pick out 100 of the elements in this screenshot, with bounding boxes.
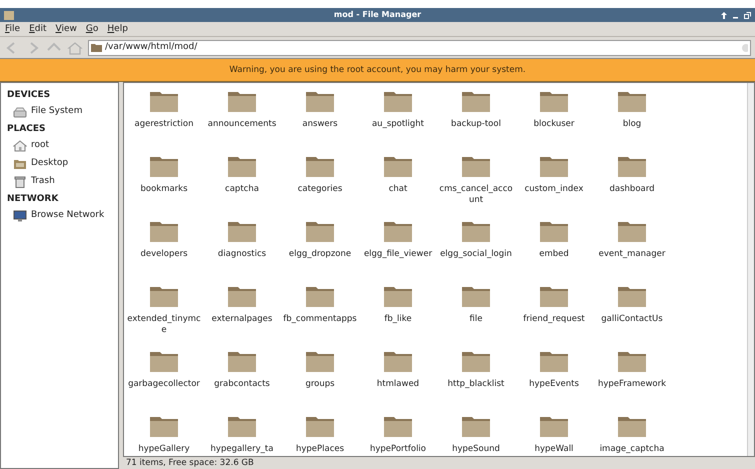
folder-name[interactable]: developers: [126, 249, 202, 260]
sidebar-item[interactable]: Browse Network: [5, 207, 118, 225]
folder-icon: [539, 154, 569, 178]
folder-icon: [383, 219, 413, 243]
folder-name[interactable]: garbagecollector: [126, 379, 202, 390]
folder-icon: [539, 414, 569, 438]
up-arrow-icon[interactable]: [721, 12, 727, 18]
folder-icon: [539, 89, 569, 113]
folder-name[interactable]: captcha: [204, 184, 280, 195]
folder-name[interactable]: hypeEvents: [516, 379, 592, 390]
folder-icon: [227, 284, 257, 308]
folder-name[interactable]: diagnostics: [204, 249, 280, 260]
folder-name[interactable]: hypeSound: [438, 444, 514, 455]
folder-name[interactable]: hypePlaces: [282, 444, 358, 455]
folder-icon: [91, 43, 102, 52]
folder-icon: [461, 414, 491, 438]
menu-item[interactable]: Edit: [29, 24, 47, 34]
folder-name[interactable]: extended_tinymce: [126, 314, 202, 336]
folder-icon: [227, 414, 257, 438]
folder-icon: [305, 89, 335, 113]
folder-name[interactable]: blockuser: [516, 119, 592, 130]
folder-name[interactable]: announcements: [204, 119, 280, 130]
folder-icon: [383, 284, 413, 308]
folder-icon: [227, 349, 257, 373]
folder-name[interactable]: au_spotlight: [360, 119, 436, 130]
folder-icon: [617, 154, 647, 178]
folder-icon: [383, 154, 413, 178]
folder-name[interactable]: image_captcha: [594, 444, 670, 455]
section-heading: NETWORK: [6, 193, 60, 206]
folder-name[interactable]: grabcontacts: [204, 379, 280, 390]
menu-item[interactable]: Go: [86, 24, 98, 34]
folder-name[interactable]: fb_commentapps: [282, 314, 358, 325]
menu-item[interactable]: View: [56, 24, 77, 34]
folder-icon: [305, 154, 335, 178]
sidebar-item[interactable]: Desktop: [5, 155, 118, 173]
drive-icon: [13, 106, 27, 118]
folder-icon: [461, 219, 491, 243]
folder-icon: [539, 284, 569, 308]
folder-name[interactable]: bookmarks: [126, 184, 202, 195]
folder-name[interactable]: groups: [282, 379, 358, 390]
folder-name[interactable]: htmlawed: [360, 379, 436, 390]
folder-name[interactable]: hypeGallery: [126, 444, 202, 455]
folder-icon: [461, 89, 491, 113]
folder-name[interactable]: embed: [516, 249, 592, 260]
folder-name[interactable]: galliContactUs: [594, 314, 670, 325]
folder-icon: [227, 219, 257, 243]
folder-name[interactable]: elgg_dropzone: [282, 249, 358, 260]
folder-name[interactable]: blog: [594, 119, 670, 130]
folder-icon: [149, 219, 179, 243]
folder-icon: [149, 349, 179, 373]
window-title: mod - File Manager: [332, 11, 422, 19]
folder-icon: [461, 349, 491, 373]
folder-name[interactable]: categories: [282, 184, 358, 195]
folder-icon: [617, 349, 647, 373]
folder-name[interactable]: friend_request: [516, 314, 592, 325]
folder-name[interactable]: hypeWall: [516, 444, 592, 455]
folder-name[interactable]: dashboard: [594, 184, 670, 195]
folder-name[interactable]: backup-tool: [438, 119, 514, 130]
sidebar-item[interactable]: File System: [5, 103, 118, 121]
home-icon[interactable]: [67, 40, 83, 54]
folder-icon: [617, 219, 647, 243]
folder-icon: [305, 414, 335, 438]
folder-name[interactable]: hypePortfolio: [360, 444, 436, 455]
folder-name[interactable]: elgg_social_login: [438, 249, 514, 260]
folder-name[interactable]: agerestriction: [126, 119, 202, 130]
folder-icon: [227, 89, 257, 113]
sidebar-item[interactable]: root: [5, 137, 118, 155]
folder-icon: [13, 158, 27, 170]
folder-name[interactable]: externalpages: [204, 314, 280, 325]
folder-name[interactable]: http_blacklist: [438, 379, 514, 390]
folder-name[interactable]: chat: [360, 184, 436, 195]
folder-icon: [305, 284, 335, 308]
folder-name[interactable]: file: [438, 314, 514, 325]
folder-icon: [539, 219, 569, 243]
folder-name[interactable]: answers: [282, 119, 358, 130]
folder-name[interactable]: hypeFramework: [594, 379, 670, 390]
folder-icon: [149, 414, 179, 438]
sidebar-item[interactable]: Trash: [5, 173, 118, 191]
location-field[interactable]: /var/www/html/mod/: [88, 40, 751, 56]
folder-name[interactable]: fb_like: [360, 314, 436, 325]
folder-icon: [539, 349, 569, 373]
folder-name[interactable]: custom_index: [516, 184, 592, 195]
window-icon: [4, 10, 14, 20]
menu-item[interactable]: Help: [107, 24, 128, 34]
folder-icon: [617, 414, 647, 438]
trash-icon: [13, 176, 27, 188]
folder-name[interactable]: event_manager: [594, 249, 670, 260]
folder-name[interactable]: hypegallery_ta: [204, 444, 280, 455]
folder-icon: [149, 89, 179, 113]
menu-item[interactable]: File: [5, 24, 20, 34]
scrollbar[interactable]: [747, 83, 754, 456]
folder-name[interactable]: cms_cancel_account: [438, 184, 514, 206]
folder-icon: [305, 219, 335, 243]
folder-icon: [383, 414, 413, 438]
folder-icon: [383, 349, 413, 373]
house-icon: [13, 140, 27, 152]
restore-icon[interactable]: [744, 12, 751, 18]
folder-icon: [227, 154, 257, 178]
folder-name[interactable]: elgg_file_viewer: [360, 249, 436, 260]
section-heading: DEVICES: [6, 89, 52, 102]
